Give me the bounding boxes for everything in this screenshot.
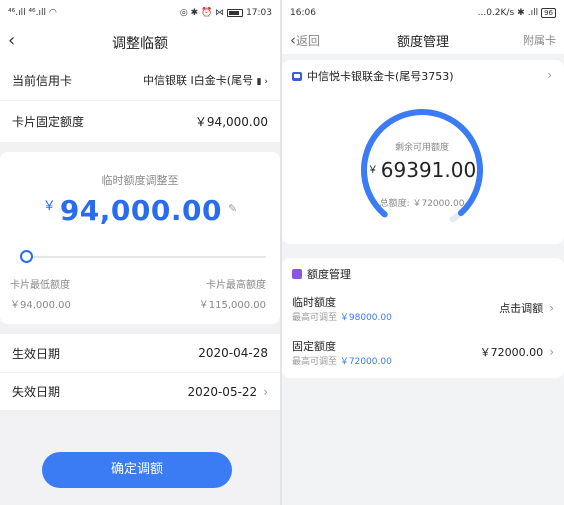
signal-icon: ⁴⁶.ıll ⁴⁶.ıll	[8, 8, 47, 18]
fixed-limit-row-right[interactable]: 固定额度 最高可调至 ￥72000.00 ￥72000.00 ›	[292, 338, 554, 378]
battery-icon	[227, 9, 244, 17]
nav-bar: ‹ 调整临额	[0, 26, 280, 60]
credit-card-panel[interactable]: 中信悦卡银联金卡(尾号3753) › 剩余可用额度 ￥ 69391.00 总额度:…	[282, 60, 564, 244]
remaining-amount: ￥ 69391.00	[352, 158, 492, 182]
back-button[interactable]: ‹返回	[290, 31, 320, 49]
fixed-limit-value: ￥94,000.00	[194, 115, 268, 129]
current-card-value: 中信银联 I白金卡(尾号 ▮ ›	[143, 74, 268, 87]
confirm-adjust-button[interactable]: 确定调额	[42, 452, 232, 488]
adjust-amount[interactable]: ￥ 94,000.00 ✎	[0, 194, 280, 227]
temp-limit-label: 临时额度	[292, 296, 336, 309]
fixed-limit-label: 卡片固定额度	[12, 115, 85, 129]
status-icons: ◎ ✱ ⏰ ⋈	[179, 8, 225, 18]
temp-limit-sub: 最高可调至 ￥98000.00	[292, 313, 392, 323]
chevron-right-icon: ›	[263, 384, 268, 399]
temp-limit-row[interactable]: 临时额度 最高可调至 ￥98000.00 点击调额 ›	[292, 294, 554, 334]
temp-adjust-action[interactable]: 点击调额 ›	[499, 300, 554, 316]
net-speed: ...0.2K/s	[477, 8, 515, 18]
status-bar: ⁴⁶.ıll ⁴⁶.ıll ◠ ◎ ✱ ⏰ ⋈ 17:03	[0, 0, 280, 26]
right-screen: 16:06 ...0.2K/s ✱ .ıll 96 ‹返回 额度管理 附属卡 中…	[282, 0, 564, 505]
remaining-value: 69391.00	[380, 158, 477, 182]
card-icon	[292, 71, 302, 81]
edit-icon[interactable]: ✎	[228, 202, 237, 215]
status-time-right: 16:06	[290, 8, 316, 18]
nav-bar-right: ‹返回 额度管理 附属卡	[282, 26, 564, 54]
battery-icon-right: 96	[541, 8, 556, 18]
amount-value: 94,000.00	[59, 194, 222, 227]
fixed-limit-row: 卡片固定额度 ￥94,000.00	[0, 100, 280, 142]
card-title: 中信悦卡银联金卡(尾号3753)	[292, 68, 454, 84]
fixed-limit-label-right: 固定额度	[292, 340, 336, 353]
limit-management-panel: 额度管理 临时额度 最高可调至 ￥98000.00 点击调额 › 固定额度 最高可…	[282, 258, 564, 378]
fixed-limit-sub: 最高可调至 ￥72000.00	[292, 357, 392, 367]
mgmt-icon	[292, 269, 302, 279]
slider-track[interactable]	[24, 256, 266, 258]
current-card-row[interactable]: 当前信用卡 中信银联 I白金卡(尾号 ▮ ›	[0, 60, 280, 100]
page-title-right: 额度管理	[396, 34, 449, 50]
expiry-date-label: 失效日期	[12, 385, 61, 399]
effective-date-value: 2020-04-28	[198, 346, 268, 360]
remaining-currency: ￥	[367, 165, 378, 176]
max-limit-value: ￥115,000.00	[198, 300, 266, 311]
total-limit-label: 总额度: ￥72000.00	[379, 199, 465, 209]
limit-gauge: 剩余可用额度 ￥ 69391.00 总额度: ￥72000.00	[352, 100, 492, 240]
supplementary-card-link[interactable]: 附属卡	[523, 32, 556, 48]
min-limit-value: ￥94,000.00	[10, 300, 71, 311]
card-title-text: 中信悦卡银联金卡(尾号3753)	[307, 70, 454, 83]
slider-handle[interactable]	[20, 250, 33, 263]
status-bar-right: 16:06 ...0.2K/s ✱ .ıll 96	[282, 0, 564, 26]
remaining-label: 剩余可用额度	[394, 143, 449, 153]
adjust-hint: 临时额度调整至	[101, 174, 179, 187]
wifi-icon: ◠	[49, 8, 57, 18]
status-time: 17:03	[246, 8, 272, 18]
fixed-limit-value-right: ￥72000.00 ›	[479, 345, 554, 359]
left-screen: ⁴⁶.ıll ⁴⁶.ıll ◠ ◎ ✱ ⏰ ⋈ 17:03 ‹ 调整临额 当前信…	[0, 0, 280, 505]
chevron-right-icon-temp: ›	[549, 301, 554, 315]
max-limit-label: 卡片最高额度	[206, 280, 266, 291]
effective-date-row: 生效日期 2020-04-28	[0, 334, 280, 372]
bluetooth-icon: ✱	[517, 8, 525, 18]
mgmt-header: 额度管理	[292, 266, 351, 282]
temp-limit-adjuster: 临时额度调整至 ￥ 94,000.00 ✎ 卡片最低额度 ￥94,000.00 卡片…	[0, 152, 280, 324]
expiry-date-row[interactable]: 失效日期 2020-05-22 ›	[0, 372, 280, 410]
expiry-date-value: 2020-05-22	[187, 384, 258, 399]
mgmt-title: 额度管理	[307, 268, 351, 281]
chevron-right-icon-card: ›	[547, 68, 552, 82]
min-limit-label: 卡片最低额度	[10, 280, 70, 291]
back-icon[interactable]: ‹	[8, 30, 15, 51]
page-title: 调整临额	[112, 36, 168, 52]
amount-currency: ￥	[42, 199, 56, 214]
effective-date-label: 生效日期	[12, 346, 61, 361]
chevron-right-icon-fixed: ›	[549, 345, 554, 359]
date-section: 生效日期 2020-04-28 失效日期 2020-05-22 ›	[0, 334, 280, 410]
signal-icon-right: .ıll	[527, 8, 539, 18]
current-card-label: 当前信用卡	[12, 73, 73, 88]
card-badge-icon: ▮ ›	[256, 77, 268, 87]
